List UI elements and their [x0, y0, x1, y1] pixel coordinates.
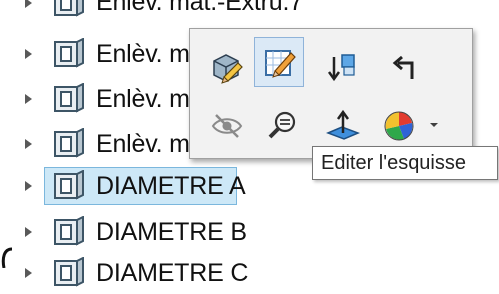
rollback-icon [327, 54, 355, 82]
tree-item-label: Enlèv. m [96, 40, 190, 68]
edit-sketch-icon [265, 50, 296, 78]
expand-arrow-icon[interactable] [25, 268, 32, 278]
tree-item-label: Enlèv. m [96, 130, 190, 158]
normal-to-icon [326, 109, 360, 140]
cut-extrude-icon [54, 216, 84, 246]
expand-arrow-icon[interactable] [25, 0, 32, 8]
chevron-down-icon[interactable] [430, 123, 438, 127]
tree-item-label: DIAMETRE C [96, 259, 249, 287]
tree-item-label: DIAMETRE B [96, 218, 247, 246]
expand-arrow-icon[interactable] [25, 94, 32, 104]
expand-arrow-icon[interactable] [25, 139, 32, 149]
hide-button[interactable] [202, 101, 252, 151]
tooltip: Editer l'esquisse [312, 146, 498, 180]
tree-item-label: Enlèv. m [96, 85, 190, 113]
edit-sketch-button[interactable] [254, 37, 304, 87]
hide-icon [211, 114, 243, 138]
zoom-to-selection-button[interactable] [258, 101, 308, 151]
tree-item[interactable]: Enlev. mat.-Extru.7 [0, 0, 499, 24]
cut-extrude-icon [54, 0, 84, 17]
edit-feature-icon [213, 54, 243, 84]
tree-item[interactable]: DIAMETRE C [0, 252, 499, 294]
expand-arrow-icon[interactable] [25, 181, 32, 191]
cut-extrude-icon [54, 128, 84, 158]
appearance-button[interactable] [374, 101, 424, 151]
context-toolbar [189, 28, 473, 159]
rollback-button[interactable] [318, 43, 368, 93]
cut-extrude-icon [54, 83, 84, 113]
cut-extrude-icon [54, 38, 84, 68]
expand-arrow-icon[interactable] [25, 227, 32, 237]
appearance-icon [384, 111, 414, 141]
expand-arrow-icon[interactable] [25, 49, 32, 59]
normal-to-button[interactable] [318, 101, 368, 151]
tree-item-label: DIAMETRE A [96, 172, 246, 200]
cut-extrude-icon [54, 257, 84, 287]
tree-item-label: Enlev. mat.-Extru.7 [96, 0, 303, 16]
edit-feature-button[interactable] [202, 43, 252, 93]
parent-child-icon [392, 55, 414, 79]
parent-child-button[interactable] [380, 43, 430, 93]
cut-extrude-icon [54, 170, 84, 200]
zoom-to-selection-icon [268, 111, 296, 139]
tooltip-text: Editer l'esquisse [321, 152, 466, 174]
tree-item[interactable]: DIAMETRE B [0, 211, 499, 253]
cursor-fragment-icon [1, 247, 13, 268]
